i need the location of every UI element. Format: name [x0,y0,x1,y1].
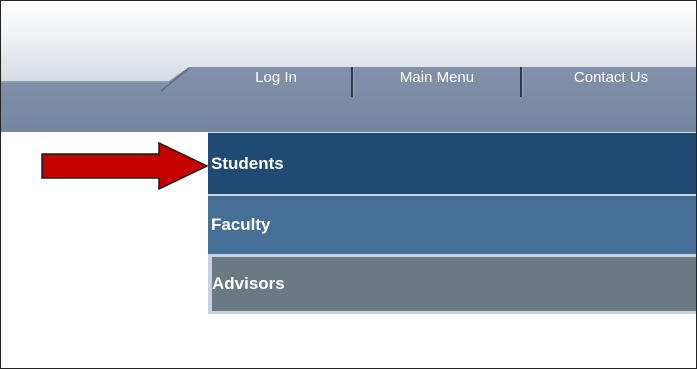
page-frame: Log In Main Menu Contact Us Students Fac… [0,0,697,369]
menu-item-advisors[interactable]: Advisors [208,254,696,314]
menu-item-label: Advisors [212,274,285,293]
menu-item-label: Students [211,153,284,173]
role-menu: Students Faculty Advisors [208,132,696,314]
nav-login-link[interactable]: Log In [201,67,351,97]
menu-item-label: Faculty [211,215,271,234]
nav-main-menu-link[interactable]: Main Menu [354,67,520,97]
red-pointer-arrow-icon [41,142,209,190]
nav-contact-us-link[interactable]: Contact Us [523,67,696,97]
menu-item-faculty[interactable]: Faculty [208,194,696,254]
top-nav: Log In Main Menu Contact Us [201,67,696,97]
menu-item-students[interactable]: Students [208,132,696,194]
